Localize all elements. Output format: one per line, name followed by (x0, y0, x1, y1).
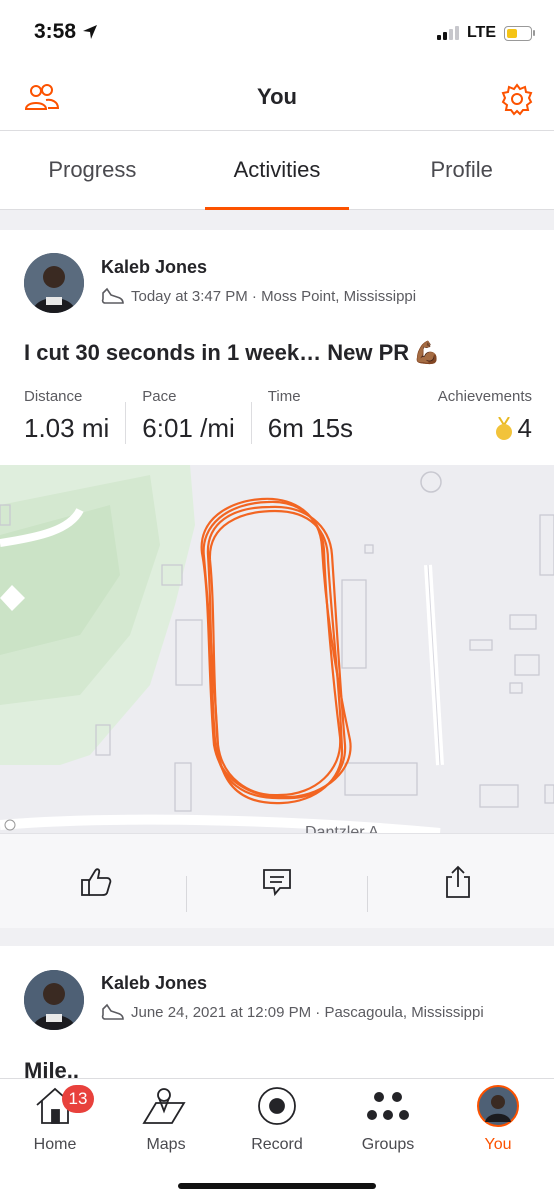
battery-icon (504, 25, 535, 41)
tab-progress[interactable]: Progress (0, 131, 185, 209)
stat-divider (250, 402, 252, 444)
header: You (0, 68, 554, 131)
activity-map[interactable]: Dantzler A (0, 465, 554, 833)
network-label: LTE (466, 24, 496, 41)
page-title: You (257, 84, 297, 109)
achievements-value: 4 (438, 413, 532, 444)
bottom-tab-bar: 13 Home Maps Record Groups You (0, 1078, 554, 1201)
flexed-biceps-icon: 💪🏾 (413, 340, 441, 365)
stat-value: 6:01 /mi (142, 413, 235, 443)
tab-activities[interactable]: Activities (185, 131, 370, 210)
give-kudos-button[interactable] (4, 834, 188, 929)
athlete-name[interactable]: Kaleb Jones (101, 257, 207, 278)
avatar (477, 1085, 519, 1127)
tab-home[interactable]: 13 Home (0, 1085, 110, 1154)
tab-profile[interactable]: Profile (369, 131, 554, 209)
notification-badge: 13 (62, 1085, 94, 1113)
athlete-name[interactable]: Kaleb Jones (101, 973, 207, 994)
stat-value: 1.03 mi (24, 413, 110, 443)
comment-icon (263, 868, 291, 896)
avatar[interactable] (24, 970, 84, 1030)
tab-label: Home (33, 1136, 77, 1153)
activity-timestamp: June 24, 2021 at 12:09 PM · Pascagoula, … (131, 1003, 484, 1021)
tab-bar: Progress Activities Profile (0, 131, 554, 210)
tab-label: Groups (361, 1136, 415, 1153)
signal-icon (436, 26, 459, 40)
record-icon (258, 1087, 296, 1125)
thumbs-up-icon (81, 867, 112, 896)
stat-label: Distance (24, 388, 83, 405)
status-bar: 3:58 LTE (0, 0, 554, 68)
feed-divider (0, 210, 554, 230)
share-icon (446, 865, 470, 898)
activity-title[interactable]: I cut 30 seconds in 1 week… New PR 💪🏾 (24, 340, 441, 366)
location-arrow-icon (83, 25, 98, 39)
stat-distance: Distance 1.03 mi (24, 388, 125, 448)
activity-timestamp: Today at 3:47 PM · Moss Point, Mississip… (131, 287, 417, 305)
tab-label: Record (251, 1136, 303, 1153)
shoe-icon (101, 1003, 124, 1020)
tab-label: Maps (146, 1136, 186, 1153)
tab-maps[interactable]: Maps (111, 1085, 221, 1154)
medal-icon (495, 416, 512, 440)
achievements-count: 4 (517, 413, 532, 443)
gear-icon[interactable] (500, 82, 536, 116)
stat-value: 6m 15s (267, 413, 354, 443)
feed-divider (0, 928, 554, 946)
street-label: Dantzler A (305, 824, 379, 833)
tab-record[interactable]: Record (222, 1085, 332, 1154)
stat-label: Time (267, 388, 301, 405)
tab-groups[interactable]: Groups (333, 1085, 443, 1154)
clock: 3:58 (34, 20, 77, 43)
stat-time: Time 6m 15s (268, 388, 369, 448)
groups-icon (367, 1092, 409, 1120)
shoe-icon (101, 287, 124, 304)
status-time: 3:58 (34, 20, 98, 44)
activity-stats: Distance 1.03 mi Pace 6:01 /mi Time 6m 1… (24, 388, 532, 448)
activity-card[interactable]: Kaleb Jones June 24, 2021 at 12:09 PM · … (0, 946, 554, 1078)
activity-title[interactable]: Mile.. (24, 1058, 79, 1078)
comment-button[interactable] (185, 834, 369, 929)
activity-title-text: I cut 30 seconds in 1 week… New PR (24, 340, 410, 365)
stat-label: Achievements (437, 388, 532, 405)
stat-pace: Pace 6:01 /mi (142, 388, 251, 448)
activity-actions (0, 833, 554, 929)
stat-divider (125, 402, 127, 444)
share-button[interactable] (366, 834, 550, 929)
avatar[interactable] (24, 253, 84, 313)
map-icon (142, 1088, 186, 1124)
stat-achievements: Achievements 4 (438, 388, 532, 448)
tab-label: You (484, 1136, 512, 1153)
home-indicator[interactable] (178, 1183, 376, 1189)
activity-meta: Today at 3:47 PM · Moss Point, Mississip… (101, 287, 416, 305)
stat-label: Pace (142, 388, 177, 405)
activity-meta: June 24, 2021 at 12:09 PM · Pascagoula, … (101, 1003, 484, 1021)
tab-you[interactable]: You (443, 1085, 553, 1154)
